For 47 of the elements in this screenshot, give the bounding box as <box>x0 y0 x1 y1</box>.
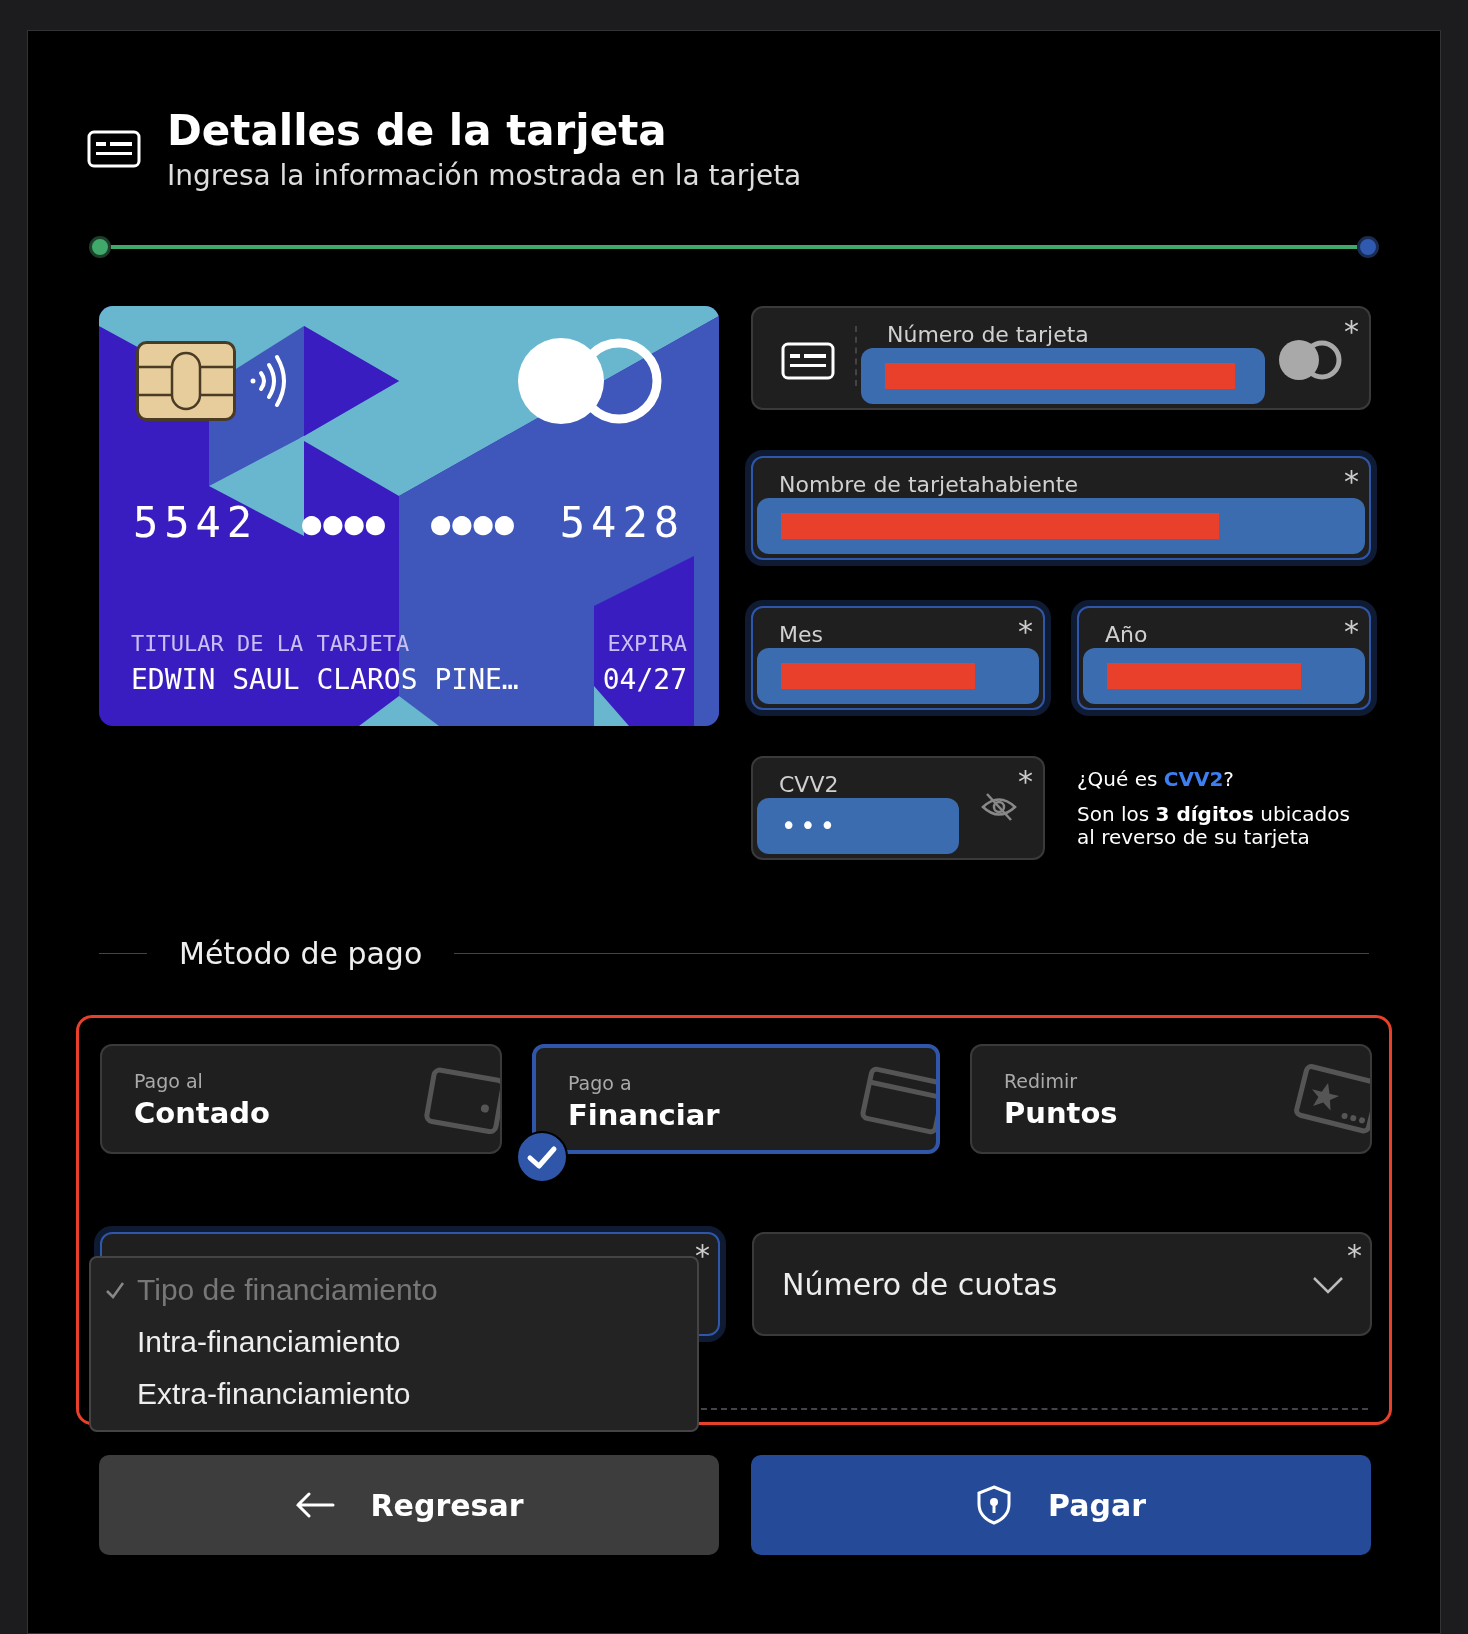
menu-option[interactable]: Intra-financiamiento <box>91 1316 697 1368</box>
required-mark: * <box>1018 614 1033 649</box>
required-mark: * <box>695 1238 710 1273</box>
menu-option[interactable]: Extra-financiamiento <box>91 1368 697 1420</box>
contactless-icon <box>249 354 289 408</box>
card-brand-icon <box>517 336 663 426</box>
credit-card-icon <box>87 130 141 168</box>
shield-icon <box>976 1485 1012 1525</box>
payment-option[interactable]: Pago a Financiar <box>532 1044 940 1154</box>
card-number-group: 5542 <box>133 498 259 547</box>
field-label: Nombre de tarjetahabiente <box>779 472 1078 497</box>
card-number-group: ●●●● <box>430 498 516 547</box>
credit-card-icon <box>781 342 835 380</box>
holder-name: EDWIN SAUL CLAROS PINE… <box>131 663 519 696</box>
input-field[interactable]: Número de tarjeta * <box>751 306 1371 410</box>
required-mark: * <box>1347 1238 1362 1273</box>
page-title: Detalles de la tarjeta <box>167 106 668 155</box>
expiry-date: 04/27 <box>602 663 687 696</box>
check-icon <box>515 1130 569 1184</box>
payment-option[interactable]: Pago al Contado <box>100 1044 502 1154</box>
expiry-label: EXPIRA <box>607 631 687 656</box>
field-label: Año <box>1105 622 1148 647</box>
arrow-left-icon <box>294 1492 335 1518</box>
help-question: ¿Qué es CVV2? <box>1077 767 1235 791</box>
step-dot <box>89 236 111 258</box>
payment-option[interactable]: Redimir Puntos <box>970 1044 1372 1154</box>
help-text: Son los 3 dígitos ubicados al reverso de su tarjeta <box>1077 802 1351 849</box>
step-dot <box>1357 236 1379 258</box>
input-field[interactable]: CVV2 * ••• <box>751 756 1045 860</box>
field-label: CVV2 <box>779 772 839 797</box>
required-mark: * <box>1344 614 1359 649</box>
required-mark: * <box>1344 464 1359 499</box>
section-title: Método de pago <box>179 936 423 971</box>
chip-icon <box>136 341 236 421</box>
field-value: ••• <box>781 811 839 841</box>
page-subtitle: Ingresa la información mostrada en la tarjeta <box>167 159 802 192</box>
pay-button[interactable]: Pagar <box>751 1455 1371 1555</box>
field-label: Mes <box>779 622 823 647</box>
holder-label: TITULAR DE LA TARJETA <box>131 631 410 656</box>
card-number-group: 5428 <box>559 498 685 547</box>
field-label: Número de tarjeta <box>887 322 1089 347</box>
chevron-down-icon <box>1312 1276 1344 1294</box>
required-mark: * <box>1344 314 1359 349</box>
eye-slash-icon <box>981 792 1017 822</box>
required-mark: * <box>1018 764 1033 799</box>
back-button[interactable]: Regresar <box>99 1455 719 1555</box>
check-icon <box>105 1280 125 1300</box>
